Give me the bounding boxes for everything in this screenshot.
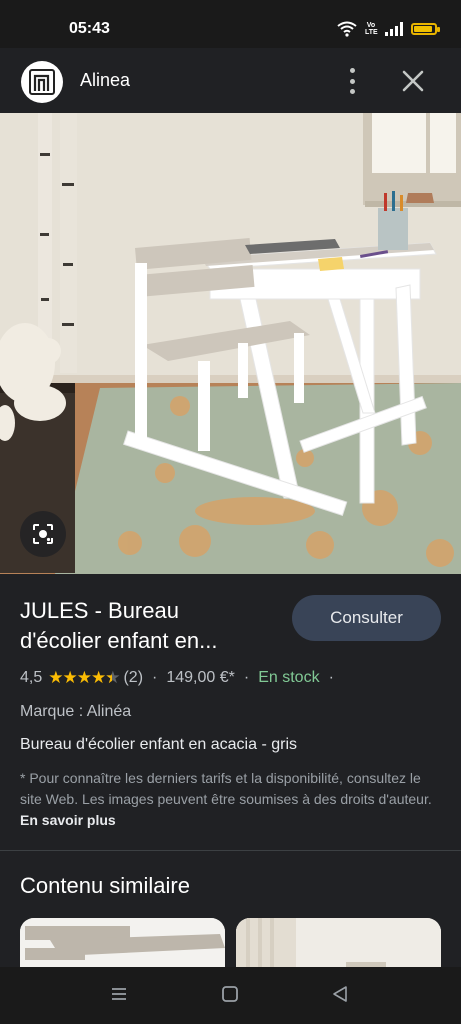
product-description: Bureau d'écolier enfant en acacia - gris [20, 736, 297, 753]
alinea-logo-icon[interactable] [21, 61, 63, 103]
system-nav-bar [0, 967, 461, 1024]
consult-button[interactable]: Consulter [292, 595, 441, 641]
similar-content-title: Contenu similaire [20, 873, 190, 898]
price: 149,00 €* [166, 669, 235, 686]
separator: · [328, 669, 334, 686]
rating-value: 4,5 [20, 669, 43, 686]
disclaimer-text: * Pour connaître les derniers tarifs et … [20, 770, 432, 807]
product-photo [0, 113, 461, 574]
recents-icon[interactable] [110, 985, 128, 1003]
product-title-line1: JULES - Bureau [20, 598, 179, 623]
close-icon[interactable] [400, 68, 426, 94]
more-vert-icon[interactable] [342, 68, 362, 94]
product-meta-row: 4,5 ★★★★★ (2) · 149,00 €* · En stock · [20, 668, 343, 688]
stock-status: En stock [258, 669, 320, 686]
separator: · [152, 669, 158, 686]
divider [0, 850, 461, 851]
battery-icon [411, 23, 440, 35]
back-icon[interactable] [331, 985, 349, 1003]
product-title-line2: d'écolier enfant en... [20, 628, 218, 653]
rating-stars: ★★★★★ [48, 668, 120, 688]
lens-search-button[interactable] [20, 511, 66, 557]
separator: · [243, 669, 250, 686]
status-icons: Vo LTE [337, 20, 440, 38]
volte-icon: Vo LTE [365, 22, 378, 36]
app-title: Alinea [80, 70, 131, 90]
status-bar: 05:43 Vo LTE [0, 0, 461, 48]
wifi-icon [337, 21, 357, 37]
battery-level [414, 26, 432, 32]
learn-more-link[interactable]: En savoir plus [20, 812, 116, 828]
app-bar: Alinea [0, 48, 461, 113]
home-icon[interactable] [221, 985, 239, 1003]
lens-icon [33, 524, 53, 544]
product-title[interactable]: JULES - Bureau d'écolier enfant en... [20, 596, 275, 656]
product-image[interactable] [0, 113, 461, 574]
clock: 05:43 [69, 20, 110, 37]
review-count[interactable]: (2) [123, 669, 143, 687]
brand-label: Marque : Alinéa [20, 703, 132, 720]
price-disclaimer: * Pour connaître les derniers tarifs et … [20, 768, 432, 831]
signal-icon [385, 22, 403, 36]
